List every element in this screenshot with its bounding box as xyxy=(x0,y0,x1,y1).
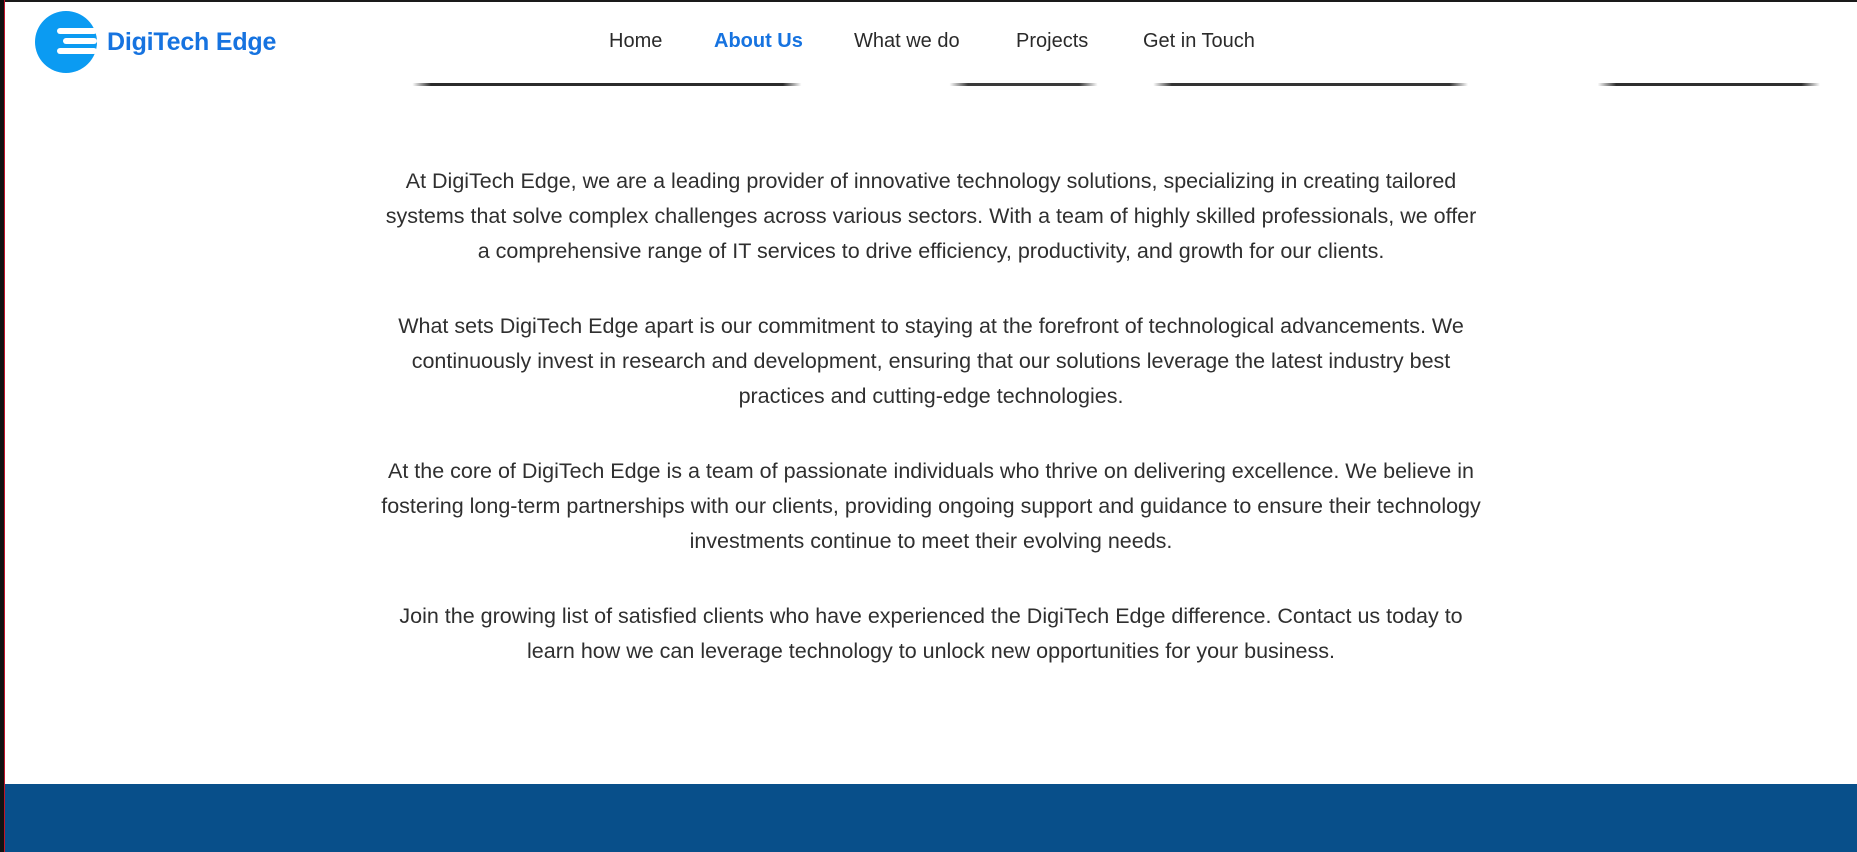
about-paragraph-2: What sets DigiTech Edge apart is our com… xyxy=(398,314,1464,408)
nav-item-projects[interactable]: Projects xyxy=(1016,30,1088,53)
nav-item-home[interactable]: Home xyxy=(609,30,662,53)
brand-home-link[interactable]: DigiTech Edge xyxy=(35,11,276,73)
about-paragraph-1: At DigiTech Edge, we are a leading provi… xyxy=(385,169,1477,263)
nav-item-what-we-do[interactable]: What we do xyxy=(854,30,960,53)
about-paragraph-3: At the core of DigiTech Edge is a team o… xyxy=(381,459,1481,553)
nav-item-get-in-touch[interactable]: Get in Touch xyxy=(1143,30,1255,53)
about-paragraph-4: Join the growing list of satisfied clien… xyxy=(399,604,1463,663)
page: DigiTech Edge Home About Us What we do P… xyxy=(0,0,1857,852)
hero-image-edge xyxy=(5,83,1857,86)
site-footer xyxy=(5,784,1857,852)
nav-item-about-us[interactable]: About Us xyxy=(714,30,803,53)
brand-name: DigiTech Edge xyxy=(107,27,277,56)
window-left-border xyxy=(0,0,5,852)
about-section: At DigiTech Edge, we are a leading provi… xyxy=(380,164,1482,709)
digitech-edge-logo-icon xyxy=(35,11,97,73)
site-header: DigiTech Edge Home About Us What we do P… xyxy=(5,2,1857,85)
